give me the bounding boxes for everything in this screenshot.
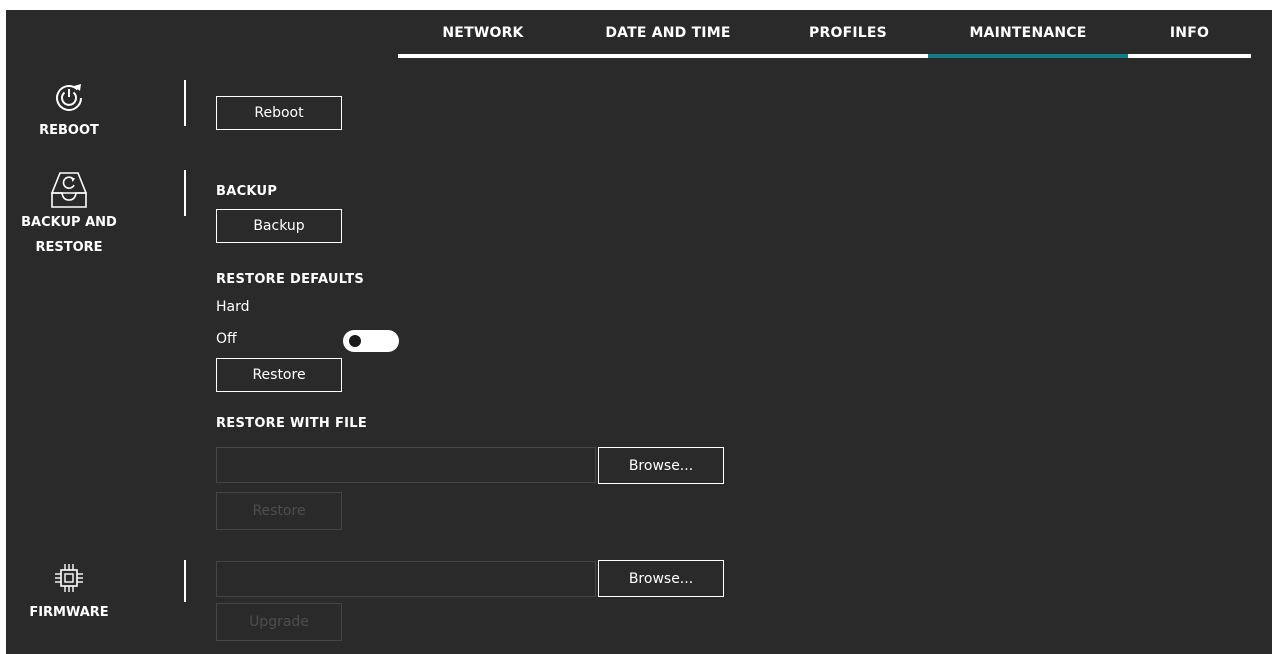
tab-active-underline: [928, 54, 1128, 58]
toggle-knob: [349, 335, 361, 347]
tab-label: MAINTENANCE: [969, 25, 1087, 41]
firmware-browse-button[interactable]: Browse...: [598, 560, 724, 597]
tab-maintenance[interactable]: MAINTENANCE: [928, 10, 1128, 58]
sidebar-item-label: RESTORE: [35, 240, 103, 255]
restore-defaults-heading: RESTORE DEFAULTS: [216, 272, 365, 287]
restore-file-field[interactable]: [216, 447, 596, 483]
maintenance-page: NETWORK DATE AND TIME PROFILES MAINTENAN…: [6, 10, 1272, 654]
sidebar-item-label: BACKUP AND: [21, 215, 117, 230]
tab-underline: [398, 54, 568, 58]
tab-label: INFO: [1169, 25, 1210, 41]
tab-label: PROFILES: [809, 25, 887, 41]
chip-icon: [55, 564, 83, 592]
section-divider: [184, 80, 186, 126]
sidebar-item-label: REBOOT: [39, 123, 99, 138]
restore-with-file-button[interactable]: Restore: [216, 492, 342, 530]
upgrade-button[interactable]: Upgrade: [216, 603, 342, 641]
tab-underline: [568, 54, 768, 58]
inbox-restore-icon: [50, 172, 88, 208]
tab-label: DATE AND TIME: [605, 25, 731, 41]
hard-reset-toggle[interactable]: [343, 330, 399, 352]
sidebar-item-backup-and-restore[interactable]: BACKUP AND RESTORE: [6, 170, 132, 260]
sidebar-item-firmware[interactable]: FIRMWARE: [6, 560, 132, 625]
tab-profiles[interactable]: PROFILES: [768, 10, 928, 58]
backup-button[interactable]: Backup: [216, 209, 342, 243]
section-divider: [184, 560, 186, 602]
tab-date-and-time[interactable]: DATE AND TIME: [568, 10, 768, 58]
reboot-button[interactable]: Reboot: [216, 96, 342, 130]
restore-browse-button[interactable]: Browse...: [598, 447, 724, 484]
hard-reset-label: Hard: [216, 299, 250, 315]
power-restart-icon: [56, 84, 82, 111]
tab-underline: [768, 54, 928, 58]
section-divider: [184, 170, 186, 216]
tab-underline: [1128, 54, 1251, 58]
tab-info[interactable]: INFO: [1128, 10, 1251, 58]
backup-heading: BACKUP: [216, 184, 278, 199]
restore-with-file-heading: RESTORE WITH FILE: [216, 416, 368, 431]
sidebar-item-label: FIRMWARE: [29, 605, 109, 620]
firmware-file-field[interactable]: [216, 561, 596, 597]
restore-defaults-button[interactable]: Restore: [216, 358, 342, 392]
sidebar-item-reboot[interactable]: REBOOT: [6, 80, 132, 143]
tab-label: NETWORK: [442, 25, 524, 41]
toggle-state-text: Off: [216, 331, 237, 347]
tab-network[interactable]: NETWORK: [398, 10, 568, 58]
